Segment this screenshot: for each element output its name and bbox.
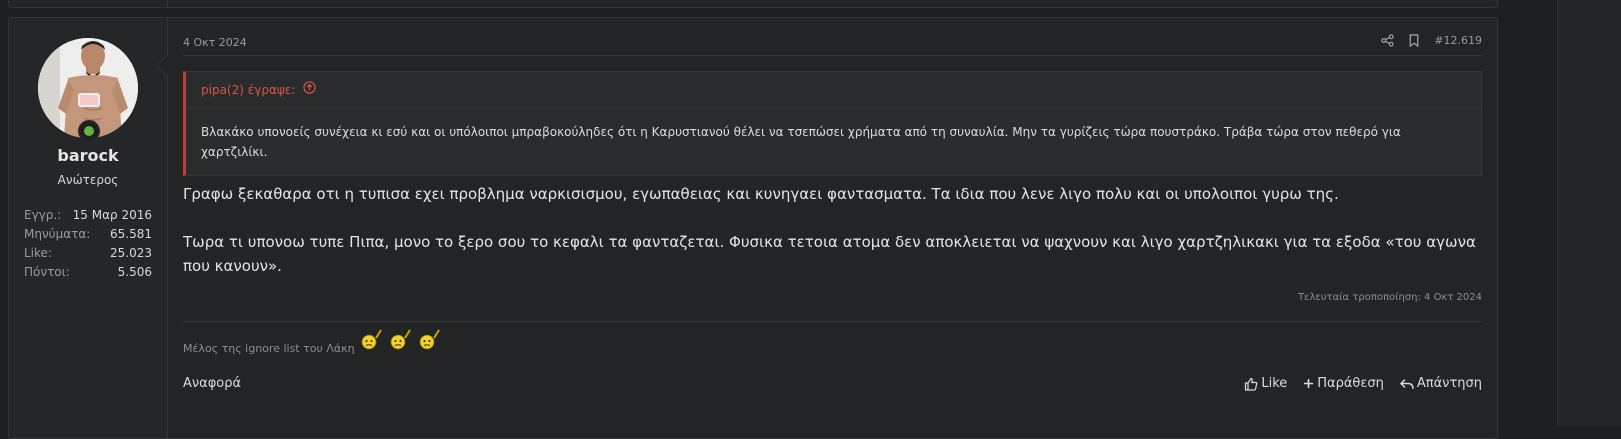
quote-header[interactable]: pipa(2) έγραψε:	[186, 72, 1481, 109]
user-info-panel: barock Ανώτερος Εγγρ.: 15 Μαρ 2016 Μηνύμ…	[9, 18, 168, 438]
post-tools: #12.619	[1381, 34, 1482, 47]
plus-icon	[1304, 379, 1314, 388]
stat-value: 25.023	[110, 246, 152, 260]
post-main: 4 Οκτ 2024 #12.619 pipa(2) έγραψε: Βλακά…	[183, 18, 1482, 438]
message-body: Γραφω ξεκαθαρα οτι η τυπισα εχει προβλημ…	[183, 182, 1482, 302]
report-link[interactable]: Αναφορά	[183, 376, 241, 391]
quote-text: Βλακάκο υπονοείς συνέχεια κι εσύ και οι …	[201, 125, 1401, 159]
message-paragraph: Γραφω ξεκαθαρα οτι η τυπισα εχει προβλημ…	[183, 185, 1339, 203]
arrow-up-circle-icon[interactable]	[303, 72, 316, 108]
reply-icon	[1399, 378, 1414, 389]
stat-messages: Μηνύματα: 65.581	[24, 225, 152, 244]
stat-likes: Like: 25.023	[24, 244, 152, 263]
reply-button[interactable]: Απάντηση	[1399, 376, 1482, 391]
user-stats: Εγγρ.: 15 Μαρ 2016 Μηνύματα: 65.581 Like…	[24, 206, 152, 282]
message-paragraph: Τωρα τι υπονοω τυπε Πιπα, μονο το ξερο σ…	[183, 233, 1476, 275]
like-button[interactable]: Like	[1244, 376, 1287, 391]
reply-label: Απάντηση	[1416, 376, 1482, 391]
signature-text: Μέλος της ignore list του Λάκη	[183, 342, 355, 355]
bookmark-icon[interactable]	[1408, 34, 1420, 47]
quote-label: Παράθεση	[1317, 376, 1384, 391]
quote-block: pipa(2) έγραψε: Βλακάκο υπονοείς συνέχει…	[183, 71, 1482, 176]
thumbs-up-icon	[1245, 377, 1258, 391]
share-icon[interactable]	[1381, 34, 1394, 47]
stat-value: 15 Μαρ 2016	[72, 208, 152, 222]
like-label: Like	[1261, 376, 1288, 391]
stat-label: Μηνύματα:	[24, 227, 91, 241]
last-edited: Τελευταία τροποποίηση: 4 Οκτ 2024	[1297, 292, 1482, 303]
divider	[183, 55, 1482, 56]
quote-button[interactable]: Παράθεση	[1303, 376, 1384, 391]
online-status-icon	[78, 120, 100, 142]
emoji-smilies-icon	[359, 328, 445, 355]
stat-label: Like:	[24, 246, 52, 260]
stat-value: 5.506	[117, 265, 152, 279]
quote-author[interactable]: pipa(2) έγραψε:	[201, 72, 295, 108]
post-number[interactable]: #12.619	[1434, 34, 1482, 47]
user-title: Ανώτερος	[57, 173, 119, 187]
page-background-right	[1557, 0, 1621, 427]
post-actions: Like Παράθεση Απάντηση	[1244, 376, 1482, 391]
signature: Μέλος της ignore list του Λάκη	[183, 328, 445, 355]
previous-post	[8, 0, 1498, 8]
divider	[183, 321, 1482, 322]
stat-value: 65.581	[110, 227, 152, 241]
stat-label: Εγγρ.:	[24, 208, 62, 222]
stat-points: Πόντοι: 5.506	[24, 263, 152, 282]
stat-joined: Εγγρ.: 15 Μαρ 2016	[24, 206, 152, 225]
stat-label: Πόντοι:	[24, 265, 70, 279]
post-date[interactable]: 4 Οκτ 2024	[183, 36, 247, 49]
forum-post: barock Ανώτερος Εγγρ.: 15 Μαρ 2016 Μηνύμ…	[8, 17, 1498, 439]
username[interactable]: barock	[9, 146, 167, 165]
